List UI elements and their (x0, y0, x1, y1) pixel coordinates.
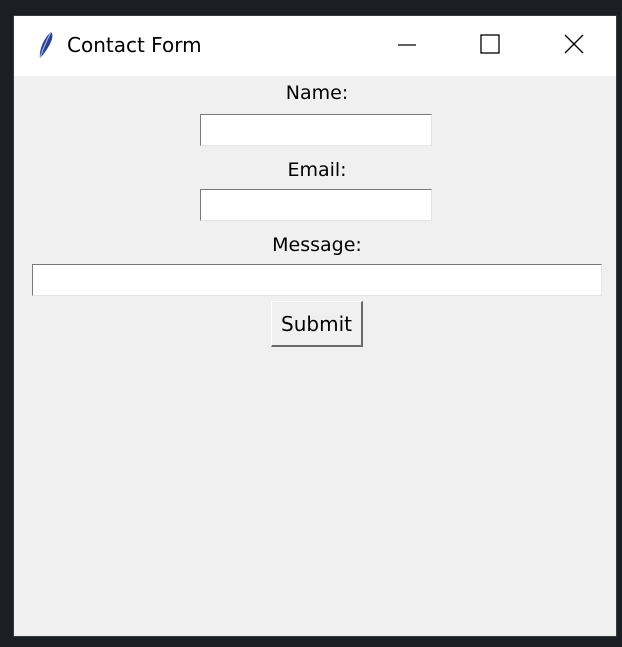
email-input[interactable] (200, 189, 432, 221)
message-input[interactable] (32, 264, 602, 296)
close-button[interactable] (544, 16, 604, 76)
message-label: Message: (272, 234, 362, 256)
feather-icon (36, 30, 56, 60)
maximize-button[interactable] (460, 16, 520, 76)
contact-form-window: Contact Form Name: Email: Message: Submi… (14, 16, 616, 636)
title-bar[interactable]: Contact Form (14, 16, 616, 76)
close-icon (563, 33, 585, 59)
name-input[interactable] (200, 114, 432, 146)
window-title: Contact Form (67, 33, 202, 57)
submit-button[interactable]: Submit (271, 301, 363, 347)
email-label: Email: (287, 159, 347, 181)
maximize-icon (479, 33, 501, 59)
minimize-icon (397, 34, 417, 58)
name-label: Name: (285, 82, 349, 104)
minimize-button[interactable] (377, 16, 437, 76)
